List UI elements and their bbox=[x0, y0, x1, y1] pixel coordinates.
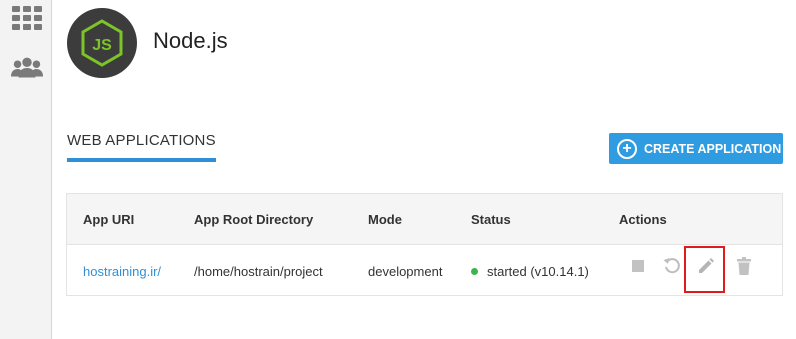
app-status: started (v10.14.1) bbox=[471, 264, 589, 279]
create-application-button[interactable]: + CREATE APPLICATION bbox=[609, 133, 783, 164]
tab-web-applications[interactable]: WEB APPLICATIONS bbox=[67, 132, 216, 149]
users-icon[interactable] bbox=[10, 55, 44, 81]
create-application-label: CREATE APPLICATION bbox=[644, 141, 782, 156]
grid-icon[interactable] bbox=[10, 5, 44, 31]
highlight-annotation-box bbox=[684, 246, 725, 293]
svg-text:JS: JS bbox=[92, 37, 112, 54]
column-header-app-uri: App URI bbox=[83, 212, 135, 227]
delete-icon[interactable] bbox=[734, 256, 754, 276]
plus-circle-icon: + bbox=[617, 138, 637, 159]
stop-icon[interactable] bbox=[628, 256, 648, 276]
column-header-status: Status bbox=[471, 212, 511, 227]
app-uri-link[interactable]: hostraining.ir/ bbox=[83, 264, 161, 279]
left-sidebar bbox=[0, 0, 52, 339]
column-header-root-directory: App Root Directory bbox=[194, 212, 314, 227]
applications-table: App URI App Root Directory Mode Status A… bbox=[66, 193, 783, 296]
nodejs-logo-icon: JS bbox=[67, 8, 137, 78]
column-header-actions: Actions bbox=[619, 212, 667, 227]
app-root-directory: /home/hostrain/project bbox=[194, 264, 323, 279]
active-tab-indicator bbox=[67, 158, 216, 162]
status-indicator-dot bbox=[471, 268, 478, 276]
restart-icon[interactable] bbox=[662, 256, 682, 276]
table-header bbox=[67, 194, 782, 245]
app-mode: development bbox=[368, 264, 443, 279]
column-header-mode: Mode bbox=[368, 212, 402, 227]
status-text: started (v10.14.1) bbox=[487, 264, 589, 279]
page-title: Node.js bbox=[153, 28, 228, 53]
